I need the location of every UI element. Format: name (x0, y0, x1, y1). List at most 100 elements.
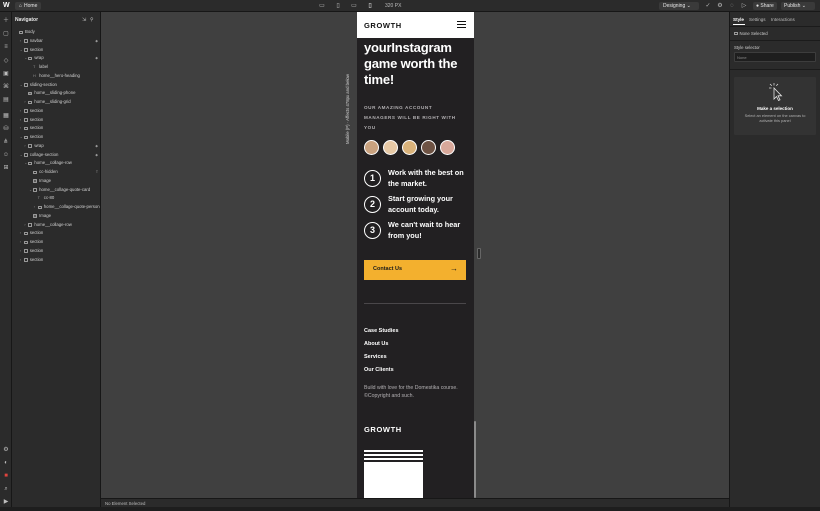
help-icon[interactable]: ⚙ (2, 446, 10, 454)
page-selector[interactable]: ⌂ Home (15, 2, 42, 10)
footer-link-our-clients[interactable]: Our Clients (364, 367, 394, 373)
canvas-scrollbar[interactable] (474, 421, 476, 498)
hamburger-menu-icon[interactable] (457, 21, 466, 28)
canvas-resize-handle[interactable] (477, 248, 481, 259)
navigator-tree-item[interactable]: › home__collage-quote-person (12, 203, 101, 212)
tab-interactions[interactable]: Interactions (771, 17, 795, 22)
navigator-tree-item[interactable]: Image (12, 177, 101, 186)
chevron-right-icon[interactable]: › (20, 116, 23, 125)
chevron-right-icon[interactable]: › (24, 98, 27, 107)
video-icon[interactable]: ▶ (2, 498, 10, 506)
navigator-tree-item[interactable]: Tcc-80 (12, 194, 101, 203)
navbar[interactable]: GROWTH (357, 12, 474, 38)
navigator-tree-item[interactable]: › home__sliding-grid (12, 98, 101, 107)
navigator-tree-item[interactable]: ⌄ wrap ◆ (12, 54, 101, 63)
chevron-down-icon[interactable]: ⌄ (24, 54, 27, 63)
comment-icon[interactable]: ◌ (728, 2, 736, 10)
chevron-down-icon[interactable]: ⌄ (29, 186, 32, 195)
chevron-down-icon[interactable]: ⌄ (20, 46, 23, 55)
mobile-portrait-breakpoint-icon[interactable]: ▯ (366, 2, 374, 10)
brand-logo[interactable]: GROWTH (364, 21, 402, 30)
components-icon[interactable]: ◇ (2, 57, 10, 65)
chevron-right-icon[interactable]: › (24, 221, 27, 230)
canvas-width-readout[interactable]: 320 PX (385, 3, 401, 9)
footer-link-about-us[interactable]: About Us (364, 341, 388, 347)
navigator-tree-item[interactable]: ⌄ section (12, 133, 101, 142)
check-icon[interactable]: ✓ (704, 2, 712, 10)
navigator-tree-item[interactable]: cc-hidden T (12, 168, 101, 177)
navigator-tree-item[interactable]: › wrap ◆ (12, 142, 101, 151)
navigator-tree-item[interactable]: › section (12, 116, 101, 125)
navigator-tree-item[interactable]: ⌄ collage-section ◆ (12, 151, 101, 160)
chevron-right-icon[interactable]: › (20, 247, 23, 256)
chevron-down-icon[interactable]: ⌄ (20, 151, 23, 160)
navigator-tree-item[interactable]: › section (12, 256, 101, 265)
navigator-tree-item[interactable]: Image (12, 212, 101, 221)
tab-settings[interactable]: Settings (749, 17, 766, 22)
settings-icon[interactable]: ⚙ (716, 2, 724, 10)
audit-icon[interactable]: ◐ (2, 459, 10, 467)
contact-us-button[interactable]: Contact Us → (364, 260, 466, 280)
webflow-logo[interactable]: W (3, 2, 10, 9)
add-icon[interactable]: ＋ (2, 17, 10, 25)
desktop-breakpoint-icon[interactable]: ▭ (318, 2, 326, 10)
assets-icon[interactable]: ▤ (2, 96, 10, 104)
search-icon[interactable]: ⌕ (2, 485, 10, 493)
chevron-right-icon[interactable]: › (20, 124, 23, 133)
chevron-right-icon[interactable]: › (24, 142, 27, 151)
navigator-item-label: Image (39, 177, 52, 183)
chevron-right-icon[interactable]: › (34, 203, 37, 212)
share-button[interactable]: ● Share (753, 2, 777, 10)
navigator-tree-item[interactable]: ⌄ home__collage-quote-card (12, 186, 101, 195)
navigator-tree-item[interactable]: home__sliding-phone (12, 89, 101, 98)
style-selector-input[interactable]: None (734, 52, 816, 62)
navigator-tree-item[interactable]: › section (12, 124, 101, 133)
expand-icon[interactable]: ⇲ (82, 17, 86, 23)
preview-icon[interactable]: ▷ (740, 2, 748, 10)
logic-icon[interactable]: ⋔ (2, 138, 10, 146)
pin-icon[interactable]: ⚲ (90, 17, 94, 23)
tablet-breakpoint-icon[interactable]: ▯ (334, 2, 342, 10)
mobile-landscape-breakpoint-icon[interactable]: ▭ (350, 2, 358, 10)
site-preview[interactable]: GROWTH yourInstagram game worth the time… (357, 12, 474, 498)
navigator-tree-item[interactable]: Hhome__hero-heading (12, 72, 101, 81)
chevron-right-icon[interactable]: › (20, 238, 23, 247)
navigator-tree-item[interactable]: Body (12, 28, 101, 37)
style-selectors-icon[interactable]: ▣ (2, 70, 10, 78)
chevron-right-icon[interactable]: › (20, 37, 23, 46)
cms-icon[interactable]: ▦ (2, 112, 10, 120)
footer-link-services[interactable]: Services (364, 354, 387, 360)
navigator-tree-item[interactable]: ⌄ section (12, 46, 101, 55)
navigator-icon[interactable]: ≡ (2, 43, 10, 51)
navigator-tree-item[interactable]: ⌄ home__collage-row (12, 159, 101, 168)
users-icon[interactable]: ☺ (2, 151, 10, 159)
tab-style[interactable]: Style (733, 17, 744, 22)
navigator-tree-item[interactable]: › home__collage-row (12, 221, 101, 230)
publish-button[interactable]: Publish ⌄ (781, 2, 815, 10)
div-block-icon (23, 48, 28, 52)
chevron-right-icon[interactable]: › (20, 107, 23, 116)
chevron-down-icon[interactable]: ⌄ (20, 81, 23, 90)
apps-icon[interactable]: ⊞ (2, 164, 10, 172)
pages-icon[interactable]: ▢ (2, 30, 10, 38)
navigator-tree-item[interactable]: › section (12, 238, 101, 247)
chevron-down-icon[interactable]: ⌄ (24, 159, 27, 168)
navigator-tree-item[interactable]: › section (12, 247, 101, 256)
element-icon (734, 31, 738, 36)
navigator-tree-item[interactable]: › navbar ◆ (12, 37, 101, 46)
navigator-tree-item[interactable]: ⌄ sliding-section (12, 81, 101, 90)
footer-link-case-studies[interactable]: Case Studies (364, 328, 399, 334)
mode-dropdown[interactable]: Designing ⌄ (659, 2, 699, 10)
footer-brand-logo[interactable]: GROWTH (364, 425, 402, 434)
variables-icon[interactable]: ⌘ (2, 83, 10, 91)
none-selected-label: None Selected (739, 31, 768, 36)
navigator-tree-item[interactable]: › section (12, 229, 101, 238)
navigator-title: Navigator (15, 17, 39, 23)
navigator-tree-item[interactable]: › section (12, 107, 101, 116)
chevron-right-icon[interactable]: › (20, 229, 23, 238)
ecommerce-icon[interactable]: ⛁ (2, 125, 10, 133)
navigator-tree-item[interactable]: Tlabel (12, 63, 101, 72)
chevron-right-icon[interactable]: › (20, 256, 23, 265)
alert-icon[interactable]: ■ (2, 472, 10, 480)
chevron-down-icon[interactable]: ⌄ (20, 133, 23, 142)
